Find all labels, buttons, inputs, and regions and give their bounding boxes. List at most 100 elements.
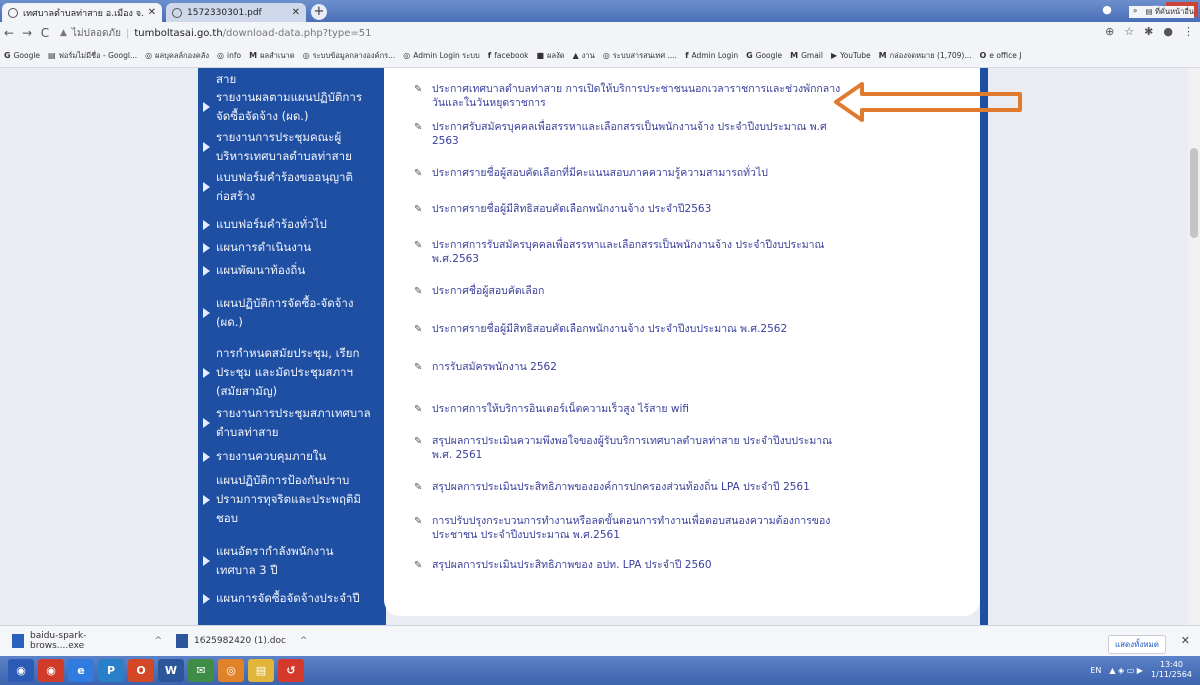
- new-tab-button[interactable]: +: [311, 4, 327, 20]
- sidebar-item[interactable]: แผนการจัดซื้อจัดจ้างประจำปี: [198, 589, 378, 608]
- announcement-item[interactable]: ✎ สรุปผลการประเมินประสิทธิภาพขององค์การปก…: [414, 480, 844, 495]
- announcement-item[interactable]: ✎ ประกาศชื่อผู้สอบคัดเลือก: [414, 284, 844, 299]
- language-indicator[interactable]: EN: [1090, 666, 1101, 675]
- taskbar-app-icon[interactable]: ◎: [218, 659, 244, 682]
- back-button[interactable]: ←: [0, 26, 18, 40]
- bookmark-item[interactable]: ▤ ฟอร์มไม่มีชื่อ - Googl...: [48, 50, 137, 62]
- bookmark-item[interactable]: ◎ ระบบสารสนเทศ ....: [603, 50, 677, 62]
- sidebar-item[interactable]: การกำหนดสมัยประชุม, เรียก ประชุม และมัดปร…: [198, 344, 378, 401]
- bookmark-item[interactable]: G Google: [746, 51, 782, 60]
- sidebar-item[interactable]: รายงานการประชุมคณะผู้ บริหารเทศบาลตำบลท่า…: [198, 128, 378, 166]
- bookmark-item[interactable]: G Google: [4, 51, 40, 60]
- announcement-item[interactable]: ✎ ประกาศเทศบาลตำบลท่าสาย การเปิดให้บริการ…: [414, 82, 844, 110]
- sidebar-item[interactable]: รายงานผลตามแผนปฏิบัติการ จัดซื้อจัดจ้าง (…: [198, 88, 378, 126]
- bookmark-item[interactable]: ▶ YouTube: [831, 51, 871, 60]
- announcement-item[interactable]: ✎ สรุปผลการประเมินความพึงพอใจของผู้รับบริ…: [414, 434, 844, 462]
- bookmark-item[interactable]: ◎ Admin Login ระบบ: [403, 50, 479, 62]
- taskbar-app-icon[interactable]: O: [128, 659, 154, 682]
- close-downloads-button[interactable]: ✕: [1181, 634, 1190, 647]
- announcement-link[interactable]: การรับสมัครพนักงาน 2562: [432, 360, 844, 375]
- show-all-downloads-button[interactable]: แสดงทั้งหมด: [1107, 635, 1166, 654]
- sidebar-item[interactable]: สาย: [198, 70, 378, 89]
- bookmark-item[interactable]: ▲ งาน: [573, 50, 595, 62]
- forward-button[interactable]: →: [18, 26, 36, 40]
- bookmark-item[interactable]: ◎ info: [217, 51, 241, 60]
- star-icon[interactable]: ☆: [1124, 25, 1134, 38]
- announcement-link[interactable]: สรุปผลการประเมินประสิทธิภาพของ อปท. LPA …: [432, 558, 844, 573]
- edit-icon: ✎: [414, 122, 423, 133]
- announcement-link[interactable]: ประกาศเทศบาลตำบลท่าสาย การเปิดให้บริการป…: [432, 82, 844, 110]
- bookmark-item[interactable]: f facebook: [488, 51, 529, 60]
- announcement-item[interactable]: ✎ ประกาศรายชื่อผู้มีสิทธิสอบคัดเลือกพนักง…: [414, 202, 844, 217]
- download-item[interactable]: baidu-spark-brows....exe ^: [12, 631, 162, 651]
- announcement-item[interactable]: ✎ ประกาศรายชื่อผู้สอบคัดเลือกที่มีคะแนนสอ…: [414, 166, 844, 181]
- page-scrollbar[interactable]: [1188, 68, 1200, 625]
- sidebar-item[interactable]: แผนปฏิบัติการป้องกันปราบ ปรามการทุจริตและ…: [198, 471, 378, 528]
- announcement-item[interactable]: ✎ ประกาศรายชื่อผู้มีสิทธิสอบคัดเลือกพนักง…: [414, 322, 844, 337]
- menu-icon[interactable]: ⋮: [1183, 25, 1194, 38]
- not-secure-label[interactable]: ไม่ปลอดภัย: [72, 26, 121, 41]
- announcement-link[interactable]: การปรับปรุงกระบวนการทำงานหรือลดขั้นตอนกา…: [432, 514, 844, 542]
- taskbar-app-icon[interactable]: ▤: [248, 659, 274, 682]
- sidebar-item[interactable]: รายงานการประชุมสภาเทศบาล ตำบลท่าสาย: [198, 404, 378, 442]
- announcement-item[interactable]: ✎ การปรับปรุงกระบวนการทำงานหรือลดขั้นตอนก…: [414, 514, 844, 542]
- announcement-link[interactable]: ประกาศรายชื่อผู้สอบคัดเลือกที่มีคะแนนสอบ…: [432, 166, 844, 181]
- bookmark-icon: O: [979, 51, 987, 60]
- download-item[interactable]: 1625982420 (1).doc ^: [176, 634, 326, 648]
- sidebar-item[interactable]: รายงานควบคุมภายใน: [198, 447, 378, 466]
- taskbar-app-icon[interactable]: P: [98, 659, 124, 682]
- taskbar-app-icon[interactable]: ◉: [8, 659, 34, 682]
- announcement-link[interactable]: ประกาศชื่อผู้สอบคัดเลือก: [432, 284, 844, 299]
- bookmark-item[interactable]: M กล่องจดหมาย (1,709)...: [879, 50, 972, 62]
- profile-icon[interactable]: ●: [1098, 2, 1116, 17]
- announcement-link[interactable]: สรุปผลการประเมินความพึงพอใจของผู้รับบริก…: [432, 434, 844, 462]
- zoom-icon[interactable]: ⊕: [1105, 25, 1114, 38]
- sidebar-item[interactable]: แผนพัฒนาท้องถิ่น: [198, 261, 378, 280]
- sidebar-item-line: รายงานการประชุมสภาเทศบาล: [216, 406, 371, 420]
- sidebar-item[interactable]: แผนปฏิบัติการจัดซื้อ-จัดจ้าง (ผด.): [198, 294, 378, 332]
- bookmark-item[interactable]: Oe office J: [980, 51, 1022, 60]
- chevron-up-icon[interactable]: ^: [300, 636, 308, 646]
- bookmark-item[interactable]: ◎ ผลบุคลล์กองคลัง: [145, 50, 209, 62]
- announcement-link[interactable]: ประกาศรายชื่อผู้มีสิทธิสอบคัดเลือกพนักงา…: [432, 202, 844, 217]
- bookmark-label: facebook: [494, 51, 529, 60]
- sidebar-item[interactable]: แผนอัตรากำลังพนักงาน เทศบาล 3 ปี: [198, 542, 378, 580]
- announcement-link[interactable]: ประกาศการให้บริการอินเตอร์เน็ตความเร็วสู…: [432, 402, 844, 417]
- taskbar-app-icon[interactable]: ◉: [38, 659, 64, 682]
- reload-button[interactable]: C: [36, 26, 54, 40]
- address-bar[interactable]: ▲ ไม่ปลอดภัย | tumboltasai.go.th/downloa…: [60, 26, 372, 41]
- tab-pdf[interactable]: 1572330301.pdf ✕: [166, 3, 306, 22]
- bookmark-item[interactable]: M ผลสำเนาด: [249, 50, 295, 62]
- chevron-up-icon[interactable]: ^: [154, 636, 162, 646]
- announcement-link[interactable]: ประกาศรายชื่อผู้มีสิทธิสอบคัดเลือกพนักงา…: [432, 322, 844, 337]
- profile-icon[interactable]: ●: [1163, 25, 1173, 38]
- bookmark-item[interactable]: ◎ ระบบข้อมูลกลางองค์กร...: [303, 50, 396, 62]
- scrollbar-thumb[interactable]: [1190, 148, 1198, 238]
- other-bookmarks[interactable]: ▤ ที่คั่นหน้าอื่น: [1146, 6, 1194, 18]
- taskbar-app-icon[interactable]: e: [68, 659, 94, 682]
- sidebar-item[interactable]: แผนการดำเนินงาน: [198, 238, 378, 257]
- more-bookmarks-button[interactable]: »: [1133, 6, 1138, 18]
- taskbar-app-icon[interactable]: ✉: [188, 659, 214, 682]
- announcement-link[interactable]: ประกาศการรับสมัครบุคคลเพื่อสรรหาและเลือก…: [432, 238, 844, 266]
- announcement-item[interactable]: ✎ ประกาศรับสมัครบุคคลเพื่อสรรหาและเลือกสร…: [414, 120, 844, 148]
- announcement-item[interactable]: ✎ สรุปผลการประเมินประสิทธิภาพของ อปท. LPA…: [414, 558, 844, 573]
- tray-icons[interactable]: ▲ ◈ ▭ ▶: [1109, 666, 1143, 675]
- bookmark-item[interactable]: ■ ผลงัด: [537, 50, 565, 62]
- clock[interactable]: 13:40 1/11/2564: [1151, 660, 1192, 680]
- announcement-item[interactable]: ✎ ประกาศการรับสมัครบุคคลเพื่อสรรหาและเลือ…: [414, 238, 844, 266]
- sidebar-item[interactable]: แบบฟอร์มคำร้องทั่วไป: [198, 215, 378, 234]
- announcement-item[interactable]: ✎ การรับสมัครพนักงาน 2562: [414, 360, 844, 375]
- bookmark-item[interactable]: M Gmail: [790, 51, 823, 60]
- close-icon[interactable]: ✕: [292, 7, 300, 18]
- announcement-item[interactable]: ✎ ประกาศการให้บริการอินเตอร์เน็ตความเร็วส…: [414, 402, 844, 417]
- extensions-icon[interactable]: ✱: [1144, 25, 1153, 38]
- close-icon[interactable]: ✕: [148, 7, 156, 18]
- taskbar-app-icon[interactable]: W: [158, 659, 184, 682]
- bookmark-item[interactable]: f Admin Login: [685, 51, 738, 60]
- announcement-link[interactable]: ประกาศรับสมัครบุคคลเพื่อสรรหาและเลือกสรร…: [432, 120, 844, 148]
- announcement-link[interactable]: สรุปผลการประเมินประสิทธิภาพขององค์การปกค…: [432, 480, 844, 495]
- sidebar-item[interactable]: แบบฟอร์มคำร้องขออนุญาติ ก่อสร้าง: [198, 168, 378, 206]
- tab-active[interactable]: เทศบาลตำบลท่าสาย อ.เมือง จ.เชียงราย ✕: [2, 3, 162, 22]
- taskbar-app-icon[interactable]: ↺: [278, 659, 304, 682]
